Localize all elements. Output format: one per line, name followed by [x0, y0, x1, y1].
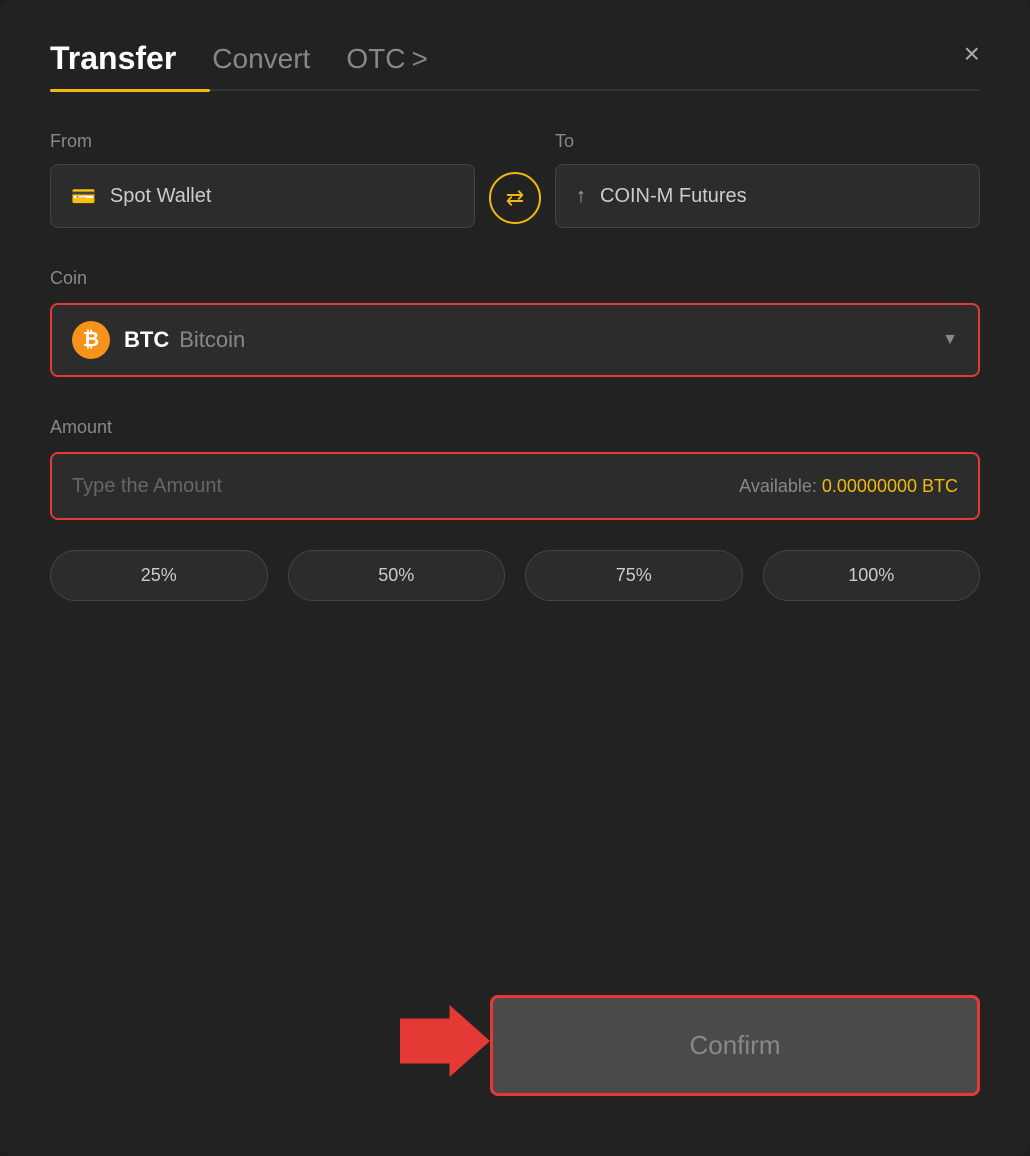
percent-100-button[interactable]: 100% — [763, 550, 981, 601]
from-label: From — [50, 131, 475, 152]
tab-transfer[interactable]: Transfer — [50, 40, 176, 89]
otc-chevron-icon: > — [411, 43, 427, 75]
from-wallet-selector[interactable]: 💳 Spot Wallet — [50, 164, 475, 228]
futures-icon: ↑ — [576, 185, 586, 208]
coin-section: Coin ₿ BTC Bitcoin ▼ — [50, 268, 980, 417]
percent-25-button[interactable]: 25% — [50, 550, 268, 601]
percent-row: 25% 50% 75% 100% — [50, 550, 980, 601]
from-to-row: From 💳 Spot Wallet ⇄ To ↑ COIN-M Futures — [50, 131, 980, 228]
bottom-row: Confirm — [50, 995, 980, 1096]
amount-label: Amount — [50, 417, 980, 438]
coin-symbol: BTC — [124, 327, 169, 353]
arrow-indicator — [400, 1001, 490, 1086]
swap-icon: ⇄ — [506, 185, 524, 211]
modal-header: Transfer Convert OTC > × — [50, 40, 980, 89]
available-amount: 0.00000000 BTC — [822, 476, 958, 496]
from-field-group: From 💳 Spot Wallet — [50, 131, 475, 228]
amount-section: Amount Available: 0.00000000 BTC — [50, 417, 980, 550]
percent-50-button[interactable]: 50% — [288, 550, 506, 601]
confirm-button[interactable]: Confirm — [490, 995, 980, 1096]
active-tab-indicator — [50, 89, 210, 92]
tab-convert[interactable]: Convert — [212, 43, 310, 87]
percent-75-button[interactable]: 75% — [525, 550, 743, 601]
to-wallet-selector[interactable]: ↑ COIN-M Futures — [555, 164, 980, 228]
to-field-group: To ↑ COIN-M Futures — [555, 131, 980, 228]
amount-box: Available: 0.00000000 BTC — [50, 452, 980, 520]
tab-otc[interactable]: OTC > — [346, 43, 427, 87]
to-wallet-value: COIN-M Futures — [600, 185, 747, 208]
swap-button[interactable]: ⇄ — [489, 172, 541, 224]
transfer-modal: Transfer Convert OTC > × From 💳 Spot Wal… — [0, 0, 1030, 1156]
swap-button-container: ⇄ — [475, 172, 555, 228]
to-label: To — [555, 131, 980, 152]
tab-underline — [50, 89, 980, 91]
btc-icon: ₿ — [72, 321, 110, 359]
from-wallet-value: Spot Wallet — [110, 185, 212, 208]
close-button[interactable]: × — [964, 40, 980, 68]
wallet-icon: 💳 — [71, 184, 96, 209]
amount-input[interactable] — [72, 475, 739, 498]
coin-dropdown[interactable]: ₿ BTC Bitcoin ▼ — [50, 303, 980, 377]
coin-text: BTC Bitcoin — [124, 327, 928, 353]
chevron-down-icon: ▼ — [942, 331, 958, 349]
available-text: Available: 0.00000000 BTC — [739, 476, 958, 497]
coin-name: Bitcoin — [179, 327, 245, 353]
coin-label: Coin — [50, 268, 980, 289]
